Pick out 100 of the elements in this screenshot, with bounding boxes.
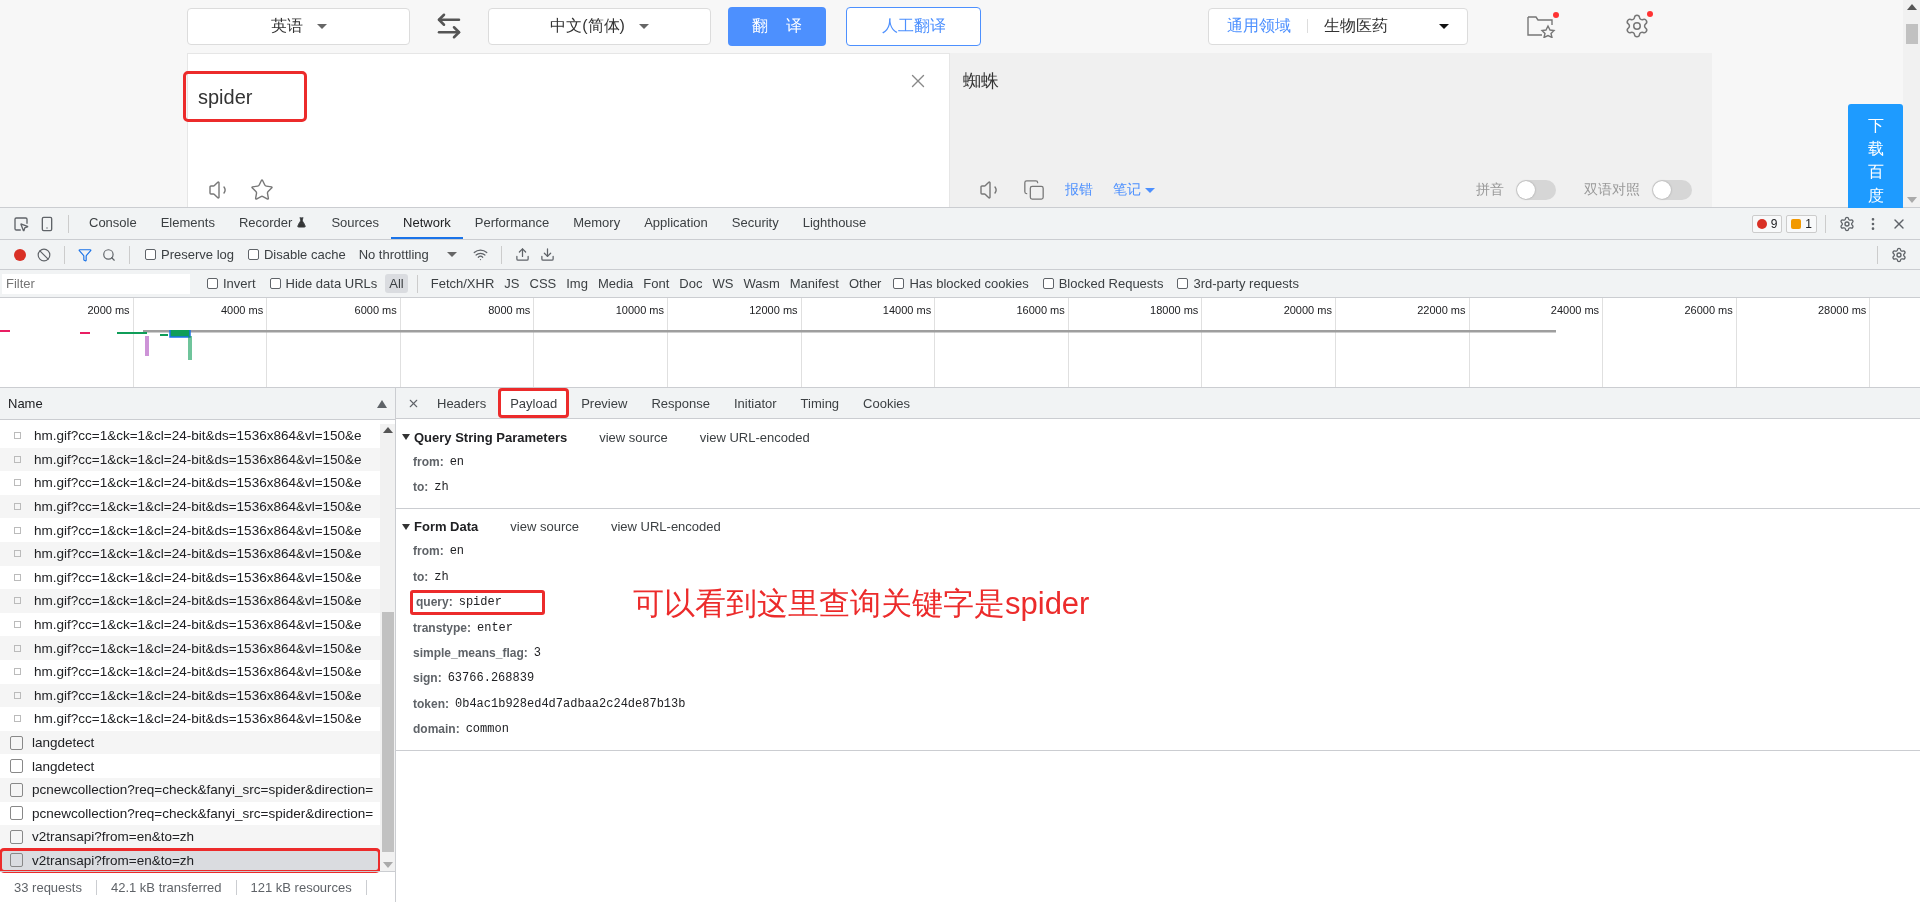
detail-tab[interactable]: Preview [569,388,640,418]
type-filter[interactable]: Media [593,274,638,293]
network-conditions-icon[interactable] [472,247,488,262]
expand-triangle-icon[interactable] [402,434,410,440]
view-link[interactable]: view source [599,429,668,445]
warning-count-badge[interactable]: 1 [1786,214,1817,233]
device-icon[interactable] [39,215,55,232]
param-value: zh [434,480,449,495]
detail-tab[interactable]: Headers [425,388,499,418]
detail-tab[interactable]: Response [639,388,722,418]
toggle-label: 双语对照 [1584,181,1640,199]
toggle-switch[interactable] [1652,180,1692,200]
import-icon[interactable] [514,247,530,262]
image-file-icon [14,550,21,558]
request-row[interactable]: hm.gif?cc=1&ck=1&cl=24-bit&ds=1536x864&vl=150&e [0,541,380,566]
view-link[interactable]: view URL-encoded [610,519,721,535]
domain-select[interactable]: 通用领域 生物医药 [1208,7,1468,45]
input-field[interactable]: spider [183,70,308,122]
checkbox-option[interactable]: Has blocked cookies [893,276,1029,291]
image-file-icon [14,573,21,581]
type-filter[interactable]: Wasm [739,274,784,293]
target-language-select[interactable]: 中文(简体) [488,7,711,45]
source-language-select[interactable]: 英语 [187,7,410,45]
checkbox-option[interactable]: Preserve log [145,247,234,262]
type-filter[interactable]: Doc [675,274,707,293]
devtools-tab[interactable]: Security [719,208,791,239]
image-file-icon [14,621,21,629]
request-row[interactable]: v2transapi?from=en&to=zh [0,825,380,849]
param-value: spider [458,595,502,610]
inspect-icon[interactable] [13,215,29,232]
scrollbar-thumb[interactable] [1905,24,1918,44]
request-row[interactable]: hm.gif?cc=1&ck=1&cl=24-bit&ds=1536x864&vl=150&e [0,494,380,519]
devtools-tab[interactable]: Lighthouse [790,208,879,239]
detail-tab[interactable]: Cookies [851,388,923,418]
clear-icon[interactable] [37,247,51,262]
request-row[interactable]: langdetect [0,730,380,755]
star-icon[interactable] [250,178,274,202]
request-row[interactable]: pcnewcollection?req=check&fanyi_src=spider&direction= [0,777,380,802]
filter-icon[interactable] [78,247,92,262]
toggle-switch[interactable] [1516,180,1556,200]
image-file-icon [14,432,21,440]
sort-icon[interactable] [377,399,387,408]
expand-triangle-icon[interactable] [402,523,410,530]
request-row[interactable]: hm.gif?cc=1&ck=1&cl=24-bit&ds=1536x864&vl=150&e [0,683,380,708]
detail-tab[interactable]: Timing [788,388,852,418]
checkbox-option[interactable]: Blocked Requests [1042,276,1164,291]
time-tick: 22000 ms [1417,304,1466,316]
type-filter[interactable]: Img [562,274,592,293]
devtools-tab[interactable]: Application [632,208,720,239]
type-filter[interactable]: CSS [525,274,561,293]
checkbox-option[interactable]: Disable cache [248,247,346,262]
checkbox-option[interactable]: Invert [207,276,256,291]
view-link[interactable]: view source [510,519,579,535]
devtools-tab[interactable]: Memory [561,208,633,239]
devtools-tab[interactable]: Elements [148,208,227,239]
type-filter[interactable]: WS [708,274,738,293]
domain-label: 通用领域 [1227,15,1291,36]
detail-tab[interactable]: Payload [498,388,570,418]
type-filter[interactable]: Fetch/XHR [426,274,499,293]
request-row[interactable]: v2transapi?from=en&to=zh [0,848,380,873]
section-title[interactable]: Form Data [414,519,479,535]
settings-icon[interactable] [1839,215,1855,232]
document-icon [10,829,23,844]
devtools-tab[interactable]: Console [77,208,149,239]
devtools-tab[interactable]: Performance [462,208,562,239]
section-title[interactable]: Query String Parameters [414,429,568,445]
image-file-icon [14,526,21,534]
folder-star-icon[interactable] [1526,14,1556,39]
copy-icon[interactable] [1023,179,1045,201]
status-text: 42.1 kB transferred [96,879,237,895]
type-filter[interactable]: Font [639,274,674,293]
request-row[interactable]: hm.gif?cc=1&ck=1&cl=24-bit&ds=1536x864&vl=150&e [0,636,380,660]
type-filter[interactable]: Manifest [785,274,843,293]
request-row[interactable]: hm.gif?cc=1&ck=1&cl=24-bit&ds=1536x864&vl=150&e [0,589,380,613]
translation-result: 蜘蛛 [963,69,1000,93]
devtools-tab[interactable]: Recorder [226,208,320,239]
scroll-up-icon[interactable] [1906,4,1917,10]
type-filter[interactable]: Other [844,274,886,293]
checkbox-option[interactable]: 3rd-party requests [1177,276,1299,291]
export-icon[interactable] [539,247,555,262]
error-count-badge[interactable]: 9 [1751,214,1783,233]
view-link[interactable]: view URL-encoded [699,429,810,445]
param-key: from: [413,544,444,559]
filter-field[interactable]: Filter [2,273,190,294]
record-icon[interactable] [14,248,26,261]
scrollbar-thumb[interactable] [381,612,394,852]
type-filter[interactable]: All [385,274,408,293]
param-value: enter [477,620,514,635]
detail-tab[interactable]: Initiator [721,388,789,418]
devtools-tab[interactable]: Sources [319,208,392,239]
search-icon[interactable] [102,247,116,262]
settings-icon[interactable] [1624,13,1650,40]
settings-icon[interactable] [1891,246,1907,263]
caret-icon [638,23,649,29]
request-row[interactable]: hm.gif?cc=1&ck=1&cl=24-bit&ds=1536x864&vl=150&e [0,447,380,472]
throttling-select[interactable]: No throttling [358,247,457,262]
column-header[interactable]: Name [8,396,43,411]
scroll-up-icon[interactable] [382,427,393,433]
type-filter[interactable]: JS [500,274,524,293]
checkbox-option[interactable]: Hide data URLs [269,276,378,291]
